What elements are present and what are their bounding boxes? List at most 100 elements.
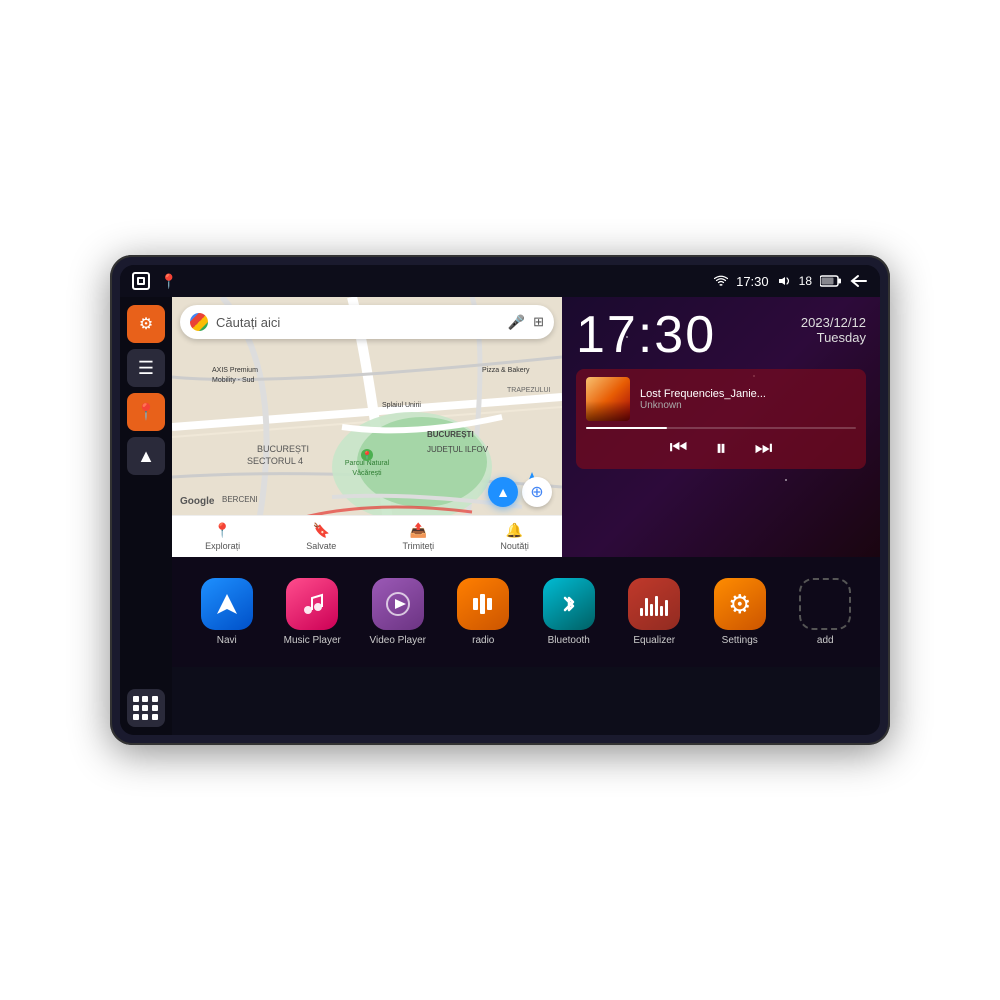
music-top-row: Lost Frequencies_Janie... Unknown — [586, 377, 856, 421]
content-area: BUCUREȘTI SECTORUL 4 BUCUREȘTI JUDEȚUL I… — [172, 297, 880, 735]
app-item-music-player[interactable]: Music Player — [275, 578, 349, 646]
app-item-settings[interactable]: ⚙ Settings — [703, 578, 777, 646]
map-tab-news[interactable]: 🔔 Noutăți — [500, 522, 529, 551]
saved-icon: 🔖 — [313, 522, 330, 539]
wifi-icon — [714, 275, 728, 287]
app-item-video-player[interactable]: Video Player — [361, 578, 435, 646]
svg-text:AXIS Premium: AXIS Premium — [212, 367, 258, 374]
clock-date: 2023/12/12 — [801, 315, 866, 330]
svg-text:Parcul Natural: Parcul Natural — [345, 460, 390, 467]
volume-icon — [777, 275, 791, 287]
add-label: add — [817, 635, 834, 646]
google-watermark: Google — [180, 496, 214, 507]
pause-button[interactable]: ⏸ — [715, 435, 726, 461]
explore-icon: 📍 — [214, 522, 231, 539]
map-container[interactable]: BUCUREȘTI SECTORUL 4 BUCUREȘTI JUDEȚUL I… — [172, 297, 562, 557]
music-progress-bar[interactable] — [586, 427, 856, 429]
svg-text:Mobility - Sud: Mobility - Sud — [212, 377, 255, 384]
settings-icon-wrap: ⚙ — [714, 578, 766, 630]
svg-text:📍: 📍 — [362, 450, 372, 460]
equalizer-label: Equalizer — [633, 635, 675, 646]
status-bar: 📍 17:30 18 — [120, 265, 880, 297]
navi-label: Navi — [217, 635, 237, 646]
sidebar-item-files[interactable]: ☰ — [127, 349, 165, 387]
equalizer-icon-wrap — [628, 578, 680, 630]
car-head-unit: 📍 17:30 18 — [110, 255, 890, 745]
clock-row: 17:30 2023/12/12 Tuesday — [576, 309, 866, 361]
battery-level: 18 — [799, 274, 812, 288]
settings-gear-icon: ⚙ — [728, 589, 751, 620]
svg-text:SECTORUL 4: SECTORUL 4 — [247, 456, 303, 466]
map-search-input[interactable]: Căutați aici — [216, 315, 500, 330]
mic-icon[interactable]: 🎤 — [508, 314, 525, 331]
app-grid-row: Navi Music Player — [172, 557, 880, 667]
radio-label: radio — [472, 635, 494, 646]
navi-icon-wrap — [201, 578, 253, 630]
settings-icon: ⚙ — [139, 314, 153, 334]
map-tab-share[interactable]: 📤 Trimiteți — [403, 522, 435, 551]
clock-day: Tuesday — [817, 330, 866, 345]
sidebar-item-maps[interactable]: 📍 — [127, 393, 165, 431]
app-item-navi[interactable]: Navi — [190, 578, 264, 646]
play-icon — [384, 590, 412, 618]
screen: 📍 17:30 18 — [120, 265, 880, 735]
music-info: Lost Frequencies_Janie... Unknown — [640, 388, 856, 411]
news-icon: 🔔 — [506, 522, 523, 539]
settings-label: Settings — [722, 635, 758, 646]
app-item-equalizer[interactable]: Equalizer — [617, 578, 691, 646]
svg-text:Pizza & Bakery: Pizza & Bakery — [482, 367, 530, 374]
music-artist: Unknown — [640, 400, 856, 411]
next-button[interactable]: ⏭ — [755, 437, 773, 460]
bluetooth-icon-wrap — [543, 578, 595, 630]
clock-time: 17:30 — [576, 309, 716, 361]
map-tab-saved[interactable]: 🔖 Salvate — [306, 522, 336, 551]
app-item-bluetooth[interactable]: Bluetooth — [532, 578, 606, 646]
music-progress-fill — [586, 427, 667, 429]
sidebar-item-navigation[interactable]: ▲ — [127, 437, 165, 475]
app-item-add[interactable]: add — [788, 578, 862, 646]
bluetooth-icon — [555, 590, 583, 618]
map-pin-icon: 📍 — [136, 402, 156, 422]
prev-button[interactable]: ⏮ — [669, 437, 687, 460]
bluetooth-label: Bluetooth — [548, 635, 590, 646]
sidebar: ⚙ ☰ 📍 ▲ — [120, 297, 172, 735]
app-item-radio[interactable]: radio — [446, 578, 520, 646]
equalizer-icon — [640, 592, 668, 616]
svg-text:JUDEȚUL ILFOV: JUDEȚUL ILFOV — [427, 445, 489, 454]
maps-status-icon[interactable]: 📍 — [160, 273, 177, 290]
status-right: 17:30 18 — [714, 274, 868, 289]
music-icon — [298, 590, 326, 618]
map-search-bar[interactable]: Căutați aici 🎤 ⊞ — [180, 305, 554, 339]
home-icon[interactable] — [132, 272, 150, 290]
map-tab-explore[interactable]: 📍 Explorați — [205, 522, 240, 551]
battery-icon — [820, 275, 842, 287]
sidebar-item-all-apps[interactable] — [127, 689, 165, 727]
add-icon-wrap — [799, 578, 851, 630]
map-target-button[interactable]: ⊕ — [522, 477, 552, 507]
svg-text:Văcărești: Văcărești — [352, 470, 382, 477]
album-art-overlay — [586, 401, 630, 421]
video-player-label: Video Player — [369, 635, 426, 646]
sidebar-item-settings[interactable]: ⚙ — [127, 305, 165, 343]
share-icon: 📤 — [410, 522, 427, 539]
back-icon[interactable] — [850, 274, 868, 288]
music-player-label: Music Player — [284, 635, 341, 646]
clock-date-column: 2023/12/12 Tuesday — [801, 309, 866, 345]
music-player: Lost Frequencies_Janie... Unknown ⏮ ⏸ ⏭ — [576, 369, 866, 469]
nav-start-button[interactable]: ▲ — [488, 477, 518, 507]
top-section: BUCUREȘTI SECTORUL 4 BUCUREȘTI JUDEȚUL I… — [172, 297, 880, 557]
radio-icon — [469, 590, 497, 618]
music-player-icon-wrap — [286, 578, 338, 630]
svg-text:BUCUREȘTI: BUCUREȘTI — [257, 444, 309, 454]
video-player-icon-wrap — [372, 578, 424, 630]
svg-text:BERCENI: BERCENI — [222, 495, 258, 504]
album-art — [586, 377, 630, 421]
map-bottom-bar: 📍 Explorați 🔖 Salvate 📤 Trimiteți — [172, 515, 562, 557]
music-controls: ⏮ ⏸ ⏭ — [586, 435, 856, 461]
music-title: Lost Frequencies_Janie... — [640, 388, 856, 400]
svg-text:BUCUREȘTI: BUCUREȘTI — [427, 430, 474, 439]
layers-icon[interactable]: ⊞ — [533, 314, 544, 330]
navi-icon — [213, 590, 241, 618]
svg-text:TRAPEZULUI: TRAPEZULUI — [507, 387, 551, 394]
svg-text:Splaiul Unirii: Splaiul Unirii — [382, 402, 421, 409]
